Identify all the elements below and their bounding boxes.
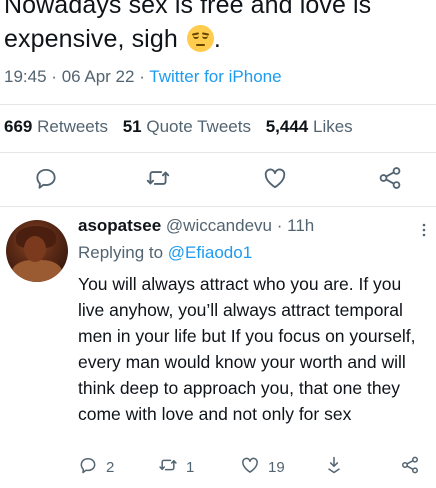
reply-count: 2 <box>106 458 115 476</box>
reply-text: You will always attract who you are. If … <box>78 274 416 424</box>
retweet-icon[interactable] <box>145 165 171 191</box>
meta-separator: · <box>51 67 57 86</box>
reply-download-button[interactable] <box>324 455 344 479</box>
quote-tweets-label: Quote Tweets <box>146 117 251 136</box>
tweet-meta: 19:45 · 06 Apr 22 · Twitter for iPhone <box>4 67 282 87</box>
retweets-count: 669 <box>4 117 33 136</box>
likes-label: Likes <box>312 117 353 136</box>
retweets-stat[interactable]: 669 Retweets <box>4 117 108 136</box>
tweet-action-bar <box>0 165 436 195</box>
reply-icon <box>78 455 98 479</box>
like-icon[interactable] <box>262 165 288 191</box>
reply-display-name[interactable]: asopatsee <box>78 216 161 235</box>
like-count: 19 <box>268 458 285 476</box>
retweet-count: 1 <box>186 458 195 476</box>
reply-icon[interactable] <box>33 165 59 191</box>
quote-tweets-stat[interactable]: 51 Quote Tweets <box>123 117 251 136</box>
likes-stat[interactable]: 5,444 Likes <box>266 117 353 136</box>
like-icon <box>240 455 260 479</box>
tweet-text: Nowadays sex is free and love is expensi… <box>4 0 432 56</box>
avatar[interactable] <box>6 220 68 282</box>
tweet-source[interactable]: Twitter for iPhone <box>149 67 281 86</box>
replying-to: Replying to @Efiaodo1 <box>78 243 252 263</box>
retweets-label: Retweets <box>37 117 108 136</box>
share-icon[interactable] <box>377 165 403 191</box>
divider <box>0 206 436 207</box>
reply-handle[interactable]: @wiccandevu <box>166 216 272 235</box>
more-options-icon[interactable] <box>416 222 432 238</box>
reply-share-button[interactable] <box>400 455 420 479</box>
meta-separator: · <box>139 67 145 86</box>
pensive-face-emoji <box>186 25 214 52</box>
tweet-body: Nowadays sex is free and love is expensi… <box>4 0 372 53</box>
tweet-date[interactable]: 06 Apr 22 <box>62 67 135 86</box>
likes-count: 5,444 <box>265 117 309 136</box>
tweet-time[interactable]: 19:45 <box>4 67 47 86</box>
divider <box>0 104 436 105</box>
tweet-trailing-punctuation: . <box>213 25 221 53</box>
share-icon <box>400 455 420 479</box>
download-icon <box>324 455 344 479</box>
quote-tweets-count: 51 <box>122 117 142 136</box>
reply-action-bar: 2 1 19 <box>78 455 428 479</box>
reply-reply-button[interactable]: 2 <box>78 455 114 479</box>
tweet-stats: 669 Retweets 51 Quote Tweets 5,444 Likes <box>4 117 353 137</box>
replying-label: Replying to <box>78 243 164 262</box>
reply-retweet-button[interactable]: 1 <box>158 455 194 479</box>
reply-age[interactable]: 11h <box>287 216 314 235</box>
reply-like-button[interactable]: 19 <box>240 455 285 479</box>
replying-mention[interactable]: @Efiaodo1 <box>168 243 252 262</box>
retweet-icon <box>158 455 178 479</box>
meta-separator: · <box>276 216 283 235</box>
reply-header: asopatsee @wiccandevu · 11h <box>78 216 314 236</box>
divider <box>0 152 436 153</box>
